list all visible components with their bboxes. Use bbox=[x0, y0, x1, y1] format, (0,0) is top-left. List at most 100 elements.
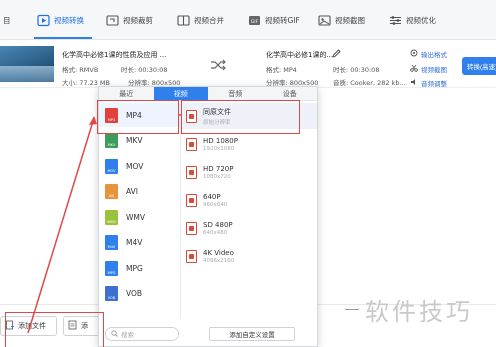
watermark-text: 软件技巧 bbox=[365, 298, 473, 326]
edit-icon[interactable] bbox=[332, 49, 341, 60]
format-item-label: AVI bbox=[126, 187, 138, 196]
svg-text:GIF: GIF bbox=[250, 19, 258, 25]
file-format-icon: MPG bbox=[105, 260, 118, 276]
tab-video-screenshot[interactable]: 视频截图 bbox=[317, 8, 365, 32]
tab-video-optimize-label: 视频优化 bbox=[406, 15, 436, 25]
quality-icon bbox=[186, 137, 197, 151]
settings-icon bbox=[410, 49, 418, 59]
file-format-icon-text: AVI bbox=[108, 194, 115, 198]
source-duration: 时长: 00:30:08 bbox=[121, 66, 168, 74]
quality-item[interactable]: HD 1080P 1920x1080 bbox=[182, 131, 317, 157]
watermark: 软件技巧 bbox=[345, 292, 473, 327]
video-crop-icon bbox=[105, 13, 119, 27]
quality-icon bbox=[186, 221, 197, 235]
quality-name: HD 1080P bbox=[203, 136, 238, 145]
file-format-icon-text: VOB bbox=[107, 296, 116, 300]
tab-recent[interactable]: 最近 bbox=[99, 87, 154, 100]
quality-resolution: 4096x2160 bbox=[203, 257, 235, 264]
quality-text: HD 720P 1080x720 bbox=[203, 165, 233, 180]
video-thumbnail[interactable] bbox=[0, 46, 54, 82]
audio-adjust-option[interactable]: 音频调整 bbox=[410, 78, 447, 88]
format-item-mov[interactable]: MOV MOV bbox=[99, 154, 181, 178]
quality-resolution: 1920x1080 bbox=[203, 145, 235, 152]
annotation-box-bottom bbox=[5, 312, 104, 347]
target-title: 化学高中必修1课的... bbox=[266, 51, 334, 59]
tab-video-gif[interactable]: GIF 视频转GIF bbox=[247, 8, 300, 32]
tab-video-crop-label: 视频裁剪 bbox=[123, 15, 153, 25]
video-screenshot-option[interactable]: 视频截图 bbox=[410, 64, 447, 74]
quality-item[interactable]: HD 720P 1080x720 bbox=[182, 159, 317, 185]
format-item-mpg[interactable]: MPG MPG bbox=[99, 256, 181, 280]
file-row[interactable]: 化学高中必修1课的性质及应用 ... 格式: RMVB 时长: 00:30:08… bbox=[0, 40, 496, 88]
quality-name: 4K Video bbox=[203, 248, 234, 257]
quality-name: HD 720P bbox=[203, 164, 234, 173]
convert-button[interactable]: 转换(高速) bbox=[462, 57, 496, 75]
search-placeholder: 搜索 bbox=[121, 331, 134, 339]
tab-video-screenshot-label: 视频截图 bbox=[335, 15, 365, 25]
file-format-icon: M4V bbox=[105, 235, 118, 250]
file-format-icon: MKV bbox=[105, 133, 118, 148]
format-search-input[interactable]: 搜索 bbox=[105, 327, 179, 341]
quality-name: 640P bbox=[203, 192, 221, 201]
format-item-vob[interactable]: VOB VOB bbox=[99, 282, 181, 306]
file-format-icon-text: WMV bbox=[107, 219, 116, 224]
quality-item[interactable]: 640P 960x640 bbox=[182, 187, 317, 213]
quality-icon bbox=[186, 193, 197, 207]
video-merge-icon bbox=[176, 13, 190, 27]
active-tab-indicator bbox=[34, 37, 92, 39]
format-item-label: VOB bbox=[126, 289, 143, 298]
sliders-icon bbox=[388, 13, 402, 27]
file-format-icon: MOV bbox=[105, 158, 118, 174]
target-format: 格式: MP4 bbox=[266, 66, 297, 74]
thumbnail-scene bbox=[0, 65, 54, 82]
audio-adjust-label: 音频调整 bbox=[421, 80, 447, 88]
tab-device[interactable]: 设备 bbox=[263, 87, 318, 100]
file-format-icon: AVI bbox=[105, 184, 118, 199]
format-item-label: WMV bbox=[126, 212, 146, 222]
target-duration: 时长: 00:30:08 bbox=[333, 66, 380, 74]
quality-text: 4K Video 4096x2160 bbox=[203, 249, 234, 264]
file-format-icon-text: M4V bbox=[107, 245, 116, 249]
file-format-icon: WMV bbox=[105, 209, 118, 225]
format-item-m4v[interactable]: M4V M4V bbox=[99, 231, 181, 255]
format-item-wmv[interactable]: WMV WMV bbox=[99, 205, 181, 229]
video-convert-icon bbox=[36, 13, 50, 27]
tab-video-gif-label: 视频转GIF bbox=[265, 15, 300, 25]
output-format-option[interactable]: 输出格式 bbox=[410, 49, 447, 59]
tab-video-crop[interactable]: 视频裁剪 bbox=[105, 8, 153, 32]
file-format-icon-text: MOV bbox=[107, 168, 116, 173]
quality-item[interactable]: SD 480P 640x480 bbox=[182, 215, 317, 241]
annotation-box-original bbox=[181, 100, 300, 134]
quality-resolution: 1080x720 bbox=[203, 173, 231, 180]
tab-partial[interactable]: 目 bbox=[3, 8, 11, 32]
output-format-label: 输出格式 bbox=[421, 51, 447, 59]
quality-text: SD 480P 640x480 bbox=[203, 221, 233, 236]
tab-video-optimize[interactable]: 视频优化 bbox=[388, 8, 436, 32]
shuffle-icon bbox=[210, 59, 226, 73]
tab-partial-label: 目 bbox=[3, 15, 11, 25]
gif-icon: GIF bbox=[247, 13, 261, 27]
annotation-box-mp4 bbox=[97, 100, 179, 134]
source-format: 格式: RMVB bbox=[62, 66, 99, 74]
search-icon bbox=[111, 329, 118, 339]
tab-video-merge[interactable]: 视频合并 bbox=[176, 8, 224, 32]
tab-video-merge-label: 视频合并 bbox=[194, 15, 224, 25]
file-list-area bbox=[0, 88, 98, 317]
format-item-avi[interactable]: AVI AVI bbox=[99, 180, 181, 204]
add-custom-settings-button[interactable]: 添加自定义设置 bbox=[209, 327, 295, 341]
quality-resolution: 960x640 bbox=[203, 201, 228, 208]
format-item-label: MOV bbox=[126, 161, 144, 171]
tab-video[interactable]: 视频 bbox=[153, 87, 208, 100]
video-screenshot-label: 视频截图 bbox=[421, 66, 447, 74]
audio-icon bbox=[410, 78, 418, 88]
format-category-tabs: 最近 视频 音频 设备 bbox=[99, 87, 317, 101]
tab-video-convert[interactable]: 视频转换 bbox=[36, 8, 84, 32]
quality-icon bbox=[186, 165, 197, 179]
quality-name: SD 480P bbox=[203, 220, 233, 229]
format-item-label: M4V bbox=[126, 238, 143, 247]
file-format-icon: VOB bbox=[105, 286, 118, 301]
quality-item[interactable]: 4K Video 4096x2160 bbox=[182, 243, 317, 269]
tab-audio[interactable]: 音频 bbox=[208, 87, 263, 100]
tab-video-convert-label: 视频转换 bbox=[54, 15, 84, 25]
screenshot-icon bbox=[317, 13, 331, 27]
